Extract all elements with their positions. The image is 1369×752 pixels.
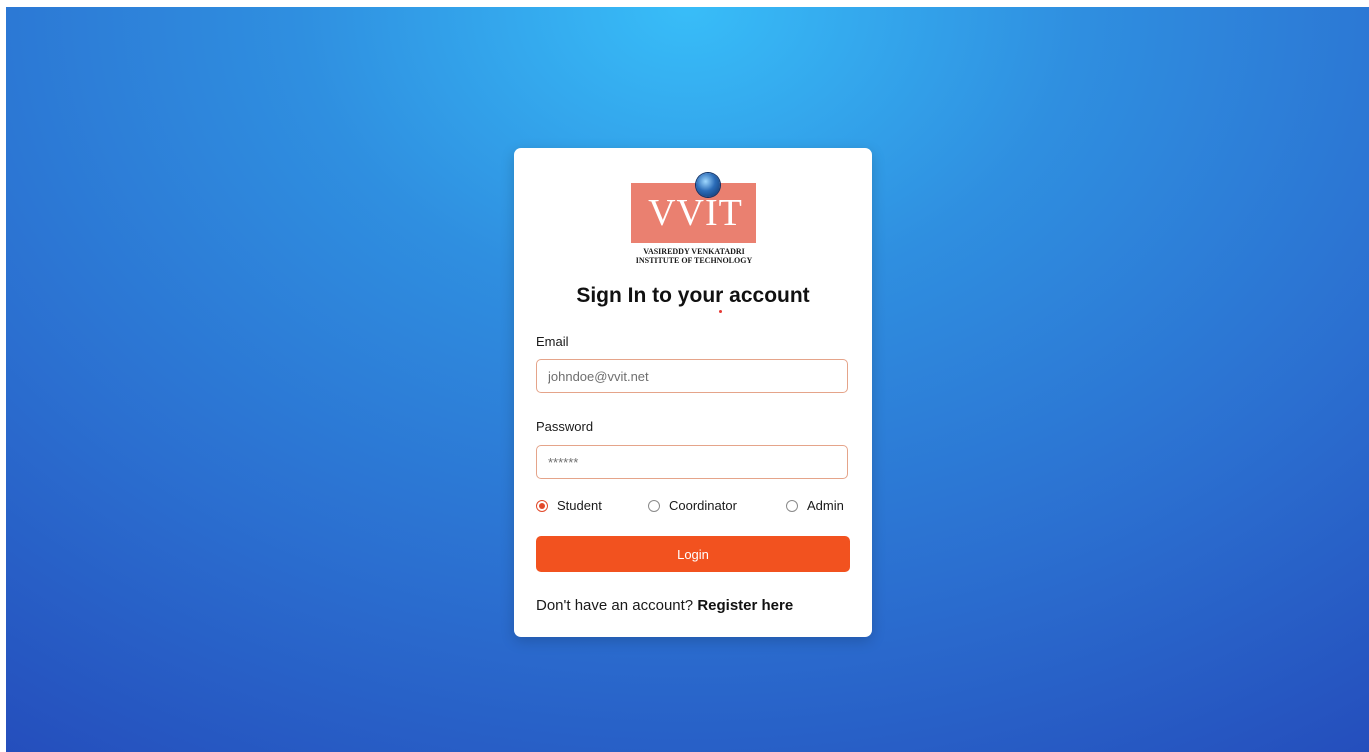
login-button[interactable]: Login <box>536 536 850 572</box>
title-dot <box>719 310 722 313</box>
vvit-logo: VVIT VASIREDDY VENKATADRI INSTITUTE OF T… <box>629 173 759 269</box>
role-label-admin: Admin <box>807 498 844 513</box>
register-link[interactable]: Register here <box>697 597 793 614</box>
radio-coordinator[interactable] <box>648 499 660 512</box>
radio-admin[interactable] <box>786 499 798 512</box>
page-title: Sign In to your account <box>576 284 810 307</box>
logo-subtitle-line1: VASIREDDY VENKATADRI <box>643 247 745 256</box>
login-card: VVIT VASIREDDY VENKATADRI INSTITUTE OF T… <box>514 148 872 637</box>
role-selector: Student Coordinator Admin <box>536 498 850 518</box>
email-label: Email <box>536 334 569 349</box>
role-option-coordinator[interactable]: Coordinator <box>648 498 737 513</box>
password-field[interactable] <box>536 445 848 479</box>
role-label-coordinator: Coordinator <box>669 498 737 513</box>
logo-subtitle-line2: INSTITUTE OF TECHNOLOGY <box>635 256 753 265</box>
role-option-student[interactable]: Student <box>536 498 602 513</box>
role-option-admin[interactable]: Admin <box>786 498 844 513</box>
logo-box: VVIT <box>631 183 756 243</box>
register-prompt: Don't have an account? Register here <box>536 597 793 614</box>
page-background: VVIT VASIREDDY VENKATADRI INSTITUTE OF T… <box>6 7 1369 752</box>
email-field[interactable] <box>536 359 848 393</box>
password-label: Password <box>536 419 594 434</box>
role-label-student: Student <box>557 498 602 513</box>
logo-text: VVIT <box>648 192 743 234</box>
globe-icon <box>696 173 720 197</box>
register-prompt-text: Don't have an account? <box>536 597 694 614</box>
radio-student[interactable] <box>536 499 548 512</box>
